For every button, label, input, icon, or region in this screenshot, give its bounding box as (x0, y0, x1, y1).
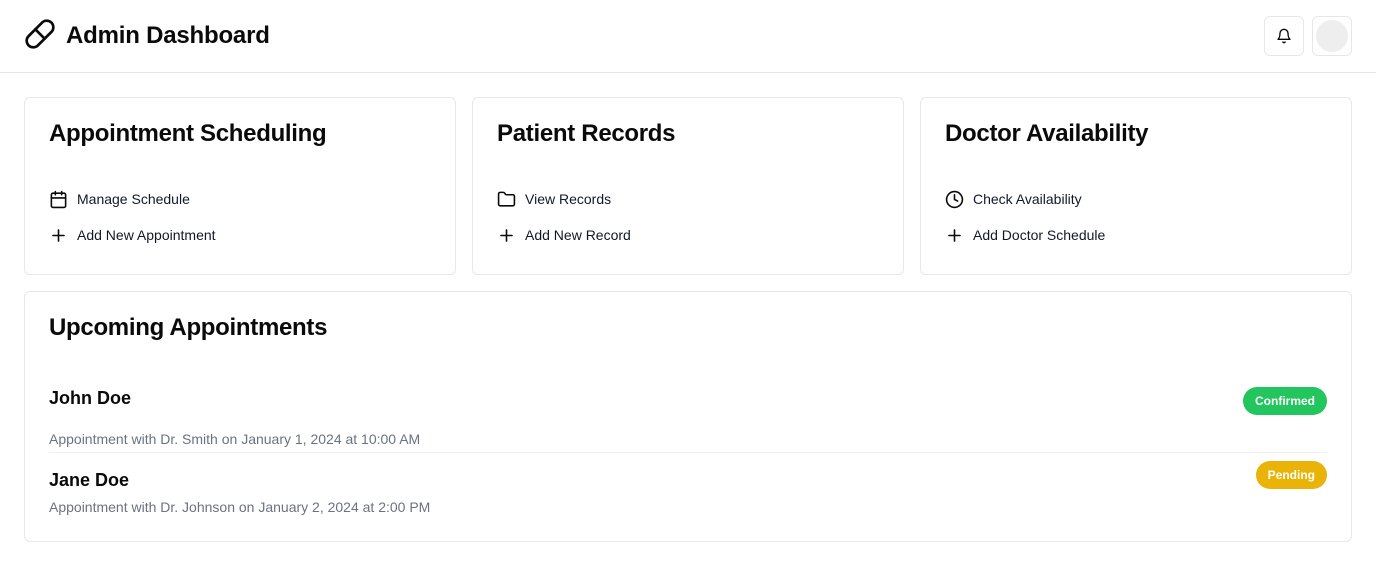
calendar-icon (49, 190, 68, 209)
add-new-appointment-link[interactable]: Add New Appointment (49, 225, 431, 245)
pill-icon (24, 18, 56, 55)
action-label: Manage Schedule (77, 191, 190, 207)
action-label: Add New Appointment (77, 227, 216, 243)
appointment-description: Appointment with Dr. Smith on January 1,… (49, 431, 421, 447)
view-records-link[interactable]: View Records (497, 189, 879, 209)
feature-cards: Appointment Scheduling Manage Schedule A… (24, 97, 1352, 275)
list-item[interactable]: Jane Doe Pending Appointment with Dr. Jo… (49, 461, 1327, 520)
plus-icon (49, 226, 68, 245)
brand: Admin Dashboard (24, 18, 270, 55)
plus-icon (945, 226, 964, 245)
plus-icon (497, 226, 516, 245)
status-badge: Pending (1255, 461, 1327, 489)
list-item[interactable]: John Doe Confirmed Appointment with Dr. … (49, 387, 1327, 453)
card-patient-records: Patient Records View Records Add New Rec… (472, 97, 904, 275)
action-label: Add Doctor Schedule (973, 227, 1106, 243)
notifications-button[interactable] (1264, 16, 1304, 56)
clock-icon (945, 190, 964, 209)
manage-schedule-link[interactable]: Manage Schedule (49, 189, 431, 209)
check-availability-link[interactable]: Check Availability (945, 189, 1327, 209)
action-label: Add New Record (525, 227, 631, 243)
top-header: Admin Dashboard (0, 0, 1376, 73)
user-menu-button[interactable] (1312, 16, 1352, 56)
card-doctor-availability: Doctor Availability Check Availability A… (920, 97, 1352, 275)
action-label: Check Availability (973, 191, 1082, 207)
status-badge: Confirmed (1243, 387, 1327, 415)
folder-icon (497, 190, 516, 209)
page-title: Admin Dashboard (66, 22, 270, 49)
card-title: Patient Records (497, 120, 676, 147)
appointment-description: Appointment with Dr. Johnson on January … (49, 499, 431, 515)
card-title: Appointment Scheduling (49, 120, 327, 147)
upcoming-appointments-card: Upcoming Appointments John Doe Confirmed… (24, 291, 1352, 542)
add-new-record-link[interactable]: Add New Record (497, 225, 879, 245)
action-label: View Records (525, 191, 612, 207)
patient-name: Jane Doe (49, 470, 130, 490)
section-title: Upcoming Appointments (49, 314, 328, 341)
card-title: Doctor Availability (945, 120, 1149, 147)
header-actions (1264, 16, 1352, 56)
add-doctor-schedule-link[interactable]: Add Doctor Schedule (945, 225, 1327, 245)
bell-icon (1276, 28, 1292, 44)
patient-name: John Doe (49, 388, 132, 408)
card-appointment-scheduling: Appointment Scheduling Manage Schedule A… (24, 97, 456, 275)
avatar (1316, 20, 1348, 52)
